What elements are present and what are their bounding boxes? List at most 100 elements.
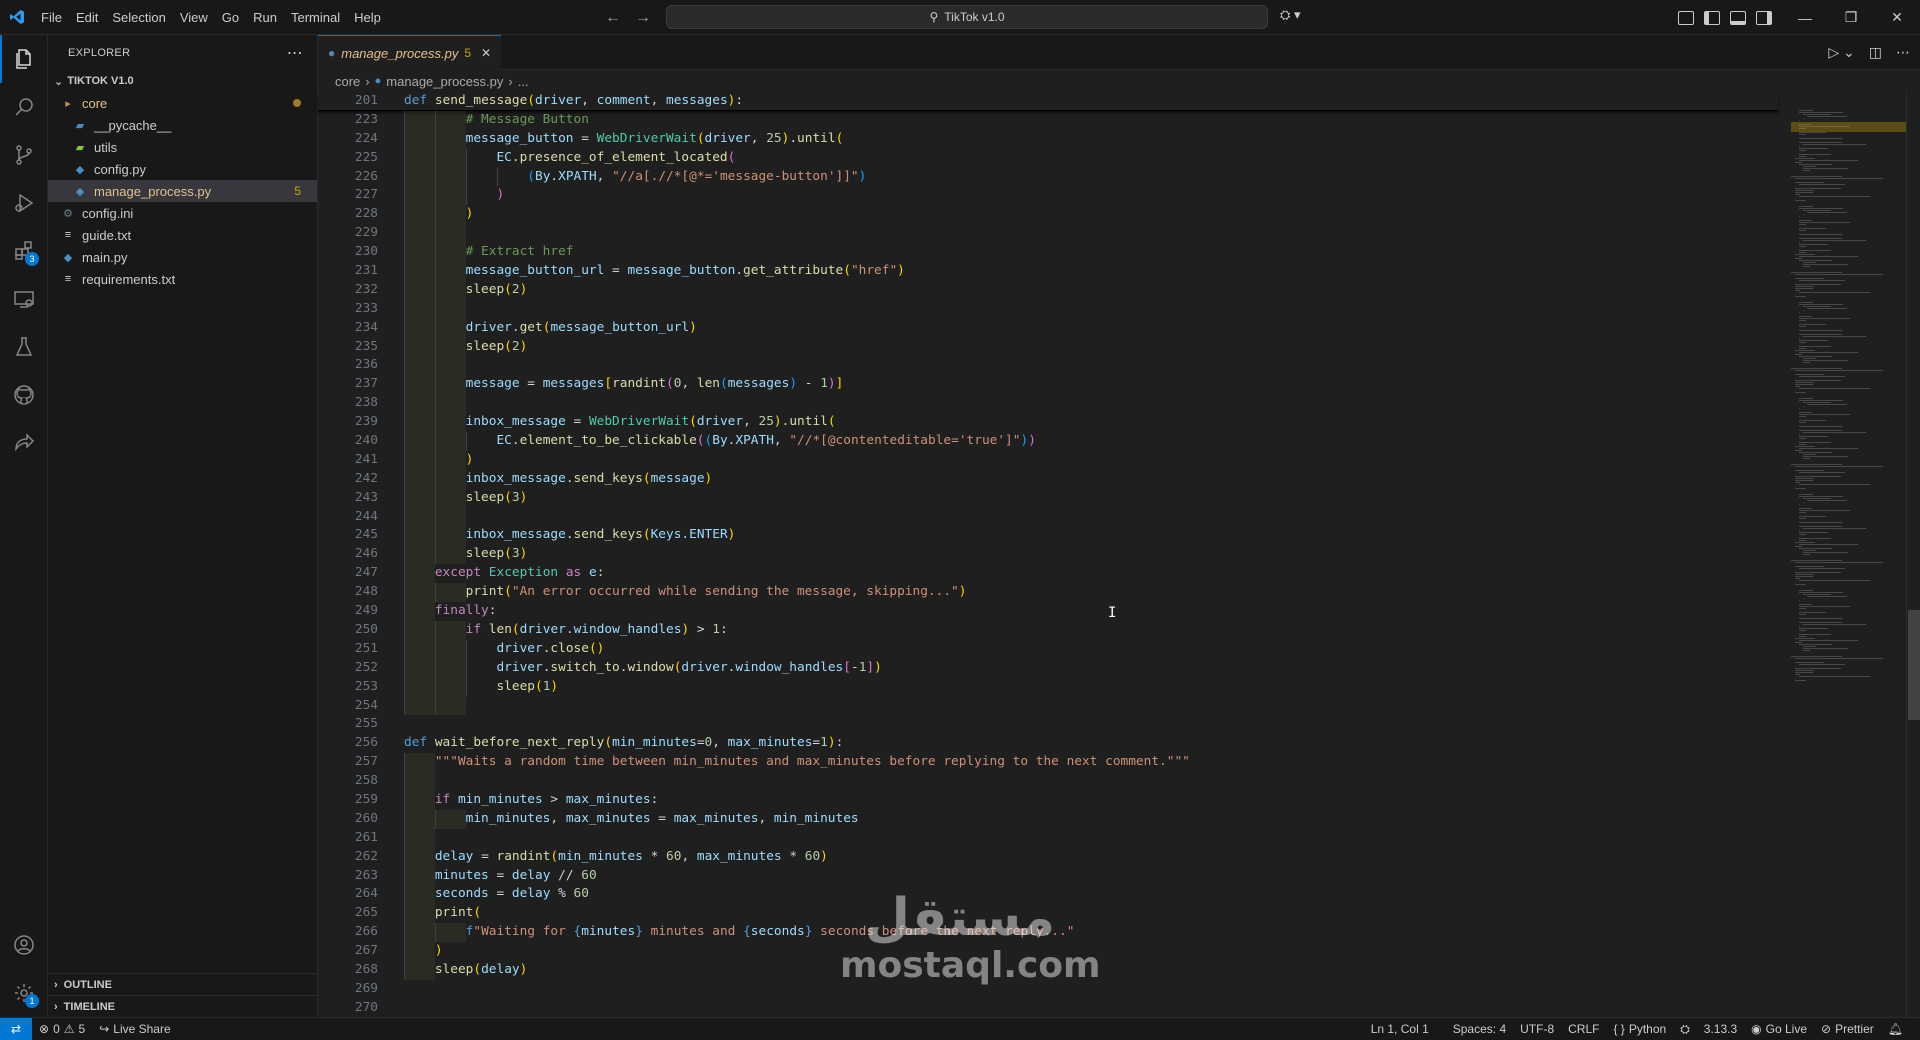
code-line[interactable]: 259 if min_minutes > max_minutes:	[318, 790, 1778, 810]
code-line[interactable]: 252 driver.switch_to.window(driver.windo…	[318, 658, 1778, 678]
language-mode[interactable]: { } Python	[1606, 1022, 1673, 1036]
timeline-section-header[interactable]: › TIMELINE	[48, 995, 317, 1017]
command-center-search[interactable]: ⚲ TikTok v1.0	[666, 5, 1268, 29]
split-editor-icon[interactable]: ◫	[1869, 44, 1882, 61]
menu-terminal[interactable]: Terminal	[284, 0, 347, 35]
customize-layout-icon[interactable]	[1678, 10, 1694, 25]
code-line[interactable]: 254	[318, 696, 1778, 716]
menu-go[interactable]: Go	[215, 0, 246, 35]
end-of-line[interactable]: CRLF	[1561, 1022, 1606, 1036]
github-icon[interactable]	[0, 371, 48, 419]
code-line[interactable]: 225 EC.presence_of_element_located(	[318, 148, 1778, 168]
copilot-icon[interactable]: ⛭ ▾	[1280, 7, 1301, 23]
code-line[interactable]: 240 EC.element_to_be_clickable((By.XPATH…	[318, 432, 1778, 451]
more-actions-icon[interactable]: ⋯	[287, 43, 303, 63]
breadcrumb-file[interactable]: manage_process.py	[386, 74, 503, 89]
notifications-bell-icon[interactable]: 🔔︎	[1881, 1022, 1910, 1036]
minimize-icon[interactable]: —	[1782, 0, 1828, 35]
more-actions-icon[interactable]: ⋯	[1896, 44, 1910, 61]
code-line[interactable]: 257 """Waits a random time between min_m…	[318, 753, 1778, 773]
run-icon[interactable]: ▷ ⌄	[1828, 44, 1854, 61]
code-line[interactable]: 242 inbox_message.send_keys(message)	[318, 469, 1778, 489]
code-line[interactable]: 239 inbox_message = WebDriverWait(driver…	[318, 413, 1778, 433]
code-line[interactable]: 247 except Exception as e:	[318, 564, 1778, 584]
live-share-status[interactable]: ↪ Live Share	[92, 1022, 177, 1036]
code-line[interactable]: 232 sleep(2)	[318, 280, 1778, 300]
editor-scrollbar[interactable]	[1906, 92, 1920, 1017]
scrollbar-thumb[interactable]	[1908, 610, 1920, 720]
code-line[interactable]: 255	[318, 715, 1778, 734]
menu-edit[interactable]: Edit	[69, 0, 105, 35]
tree-item-utils[interactable]: ▰ utils	[48, 136, 317, 158]
menu-help[interactable]: Help	[347, 0, 388, 35]
code-line[interactable]: 244	[318, 507, 1778, 527]
source-control-icon[interactable]	[0, 131, 48, 179]
live-share-icon[interactable]	[0, 419, 48, 467]
code-line[interactable]: 261	[318, 828, 1778, 848]
manage-gear-icon[interactable]: 1	[0, 969, 48, 1017]
code-line[interactable]: 237 message = messages[randint(0, len(me…	[318, 375, 1778, 395]
code-line[interactable]: 248 print("An error occurred while sendi…	[318, 583, 1778, 603]
code-line[interactable]: 235 sleep(2)	[318, 337, 1778, 357]
code-line[interactable]: 224 message_button = WebDriverWait(drive…	[318, 129, 1778, 149]
project-section-header[interactable]: ⌄ TIKTOK V1.0	[48, 70, 317, 92]
testing-icon[interactable]	[0, 323, 48, 371]
minimap[interactable]	[1791, 92, 1911, 1017]
code-line[interactable]: 241 )	[318, 450, 1778, 470]
accounts-icon[interactable]	[0, 921, 48, 969]
code-line[interactable]: 246 sleep(3)	[318, 545, 1778, 565]
search-icon[interactable]	[0, 83, 48, 131]
code-line[interactable]: 233	[318, 299, 1778, 319]
remote-indicator-icon[interactable]: ⇄	[0, 1017, 32, 1040]
code-line[interactable]: 228 )	[318, 205, 1778, 225]
toggle-primary-sidebar-icon[interactable]	[1704, 10, 1720, 25]
indentation[interactable]: Spaces: 4	[1446, 1022, 1513, 1036]
tree-item-core[interactable]: ▸ core	[48, 92, 317, 114]
code-line[interactable]: 223 # Message Button	[318, 110, 1778, 130]
breadcrumb-folder[interactable]: core	[335, 74, 360, 89]
extensions-icon[interactable]: 3	[0, 227, 48, 275]
code-editor[interactable]: 201 def send_message(driver, comment, mes…	[318, 92, 1778, 1017]
close-icon[interactable]: ✕	[481, 46, 491, 60]
code-line[interactable]: 263 minutes = delay // 60	[318, 866, 1778, 886]
python-copilot-icon[interactable]: ⛭	[1673, 1022, 1697, 1037]
menu-selection[interactable]: Selection	[105, 0, 172, 35]
tree-item-config-py[interactable]: ◆ config.py	[48, 158, 317, 180]
explorer-icon[interactable]	[0, 35, 48, 83]
toggle-panel-icon[interactable]	[1730, 10, 1746, 25]
menu-file[interactable]: File	[34, 0, 69, 35]
code-line[interactable]: 236	[318, 356, 1778, 376]
back-arrow-icon[interactable]: ←	[605, 9, 621, 27]
code-line[interactable]: 256 def wait_before_next_reply(min_minute…	[318, 734, 1778, 753]
tab-manage-process[interactable]: ● manage_process.py 5 ✕	[318, 35, 502, 70]
problems-indicator[interactable]: ⊗ 0 ⚠ 5	[32, 1022, 92, 1036]
code-line[interactable]: 249 finally:	[318, 602, 1778, 621]
code-line[interactable]: 260 min_minutes, max_minutes = max_minut…	[318, 809, 1778, 829]
close-icon[interactable]: ✕	[1874, 0, 1920, 35]
code-line[interactable]: 229	[318, 224, 1778, 244]
code-line[interactable]: 234 driver.get(message_button_url)	[318, 318, 1778, 338]
code-line[interactable]: 243 sleep(3)	[318, 488, 1778, 508]
tree-item-main-py[interactable]: ◆ main.py	[48, 246, 317, 268]
code-line[interactable]: 226 (By.XPATH, "//a[.//*[@*='message-but…	[318, 167, 1778, 187]
code-line[interactable]: 245 inbox_message.send_keys(Keys.ENTER)	[318, 526, 1778, 546]
remote-explorer-icon[interactable]	[0, 275, 48, 323]
tree-item-guide-txt[interactable]: ≡ guide.txt	[48, 224, 317, 246]
menu-run[interactable]: Run	[246, 0, 284, 35]
code-line[interactable]: 231 message_button_url = message_button.…	[318, 262, 1778, 281]
code-line[interactable]: 251 driver.close()	[318, 639, 1778, 659]
code-line[interactable]: 253 sleep(1)	[318, 677, 1778, 697]
tree-item-requirements-txt[interactable]: ≡ requirements.txt	[48, 268, 317, 290]
tree-item-pycache[interactable]: ▰ __pycache__	[48, 114, 317, 136]
code-line[interactable]: 227 )	[318, 186, 1778, 206]
tree-item-manage-process-py[interactable]: ◆ manage_process.py 5	[48, 180, 317, 202]
tree-item-config-ini[interactable]: ⚙ config.ini	[48, 202, 317, 224]
sticky-scroll-line[interactable]: 201 def send_message(driver, comment, mes…	[318, 92, 1778, 111]
code-line[interactable]: 250 if len(driver.window_handles) > 1:	[318, 620, 1778, 640]
outline-section-header[interactable]: › OUTLINE	[48, 973, 317, 995]
cursor-position[interactable]: Ln 1, Col 1	[1364, 1022, 1436, 1036]
code-line[interactable]: 270	[318, 999, 1778, 1018]
breadcrumb-symbol[interactable]: ...	[518, 74, 529, 89]
code-line[interactable]: 258	[318, 772, 1778, 791]
restore-icon[interactable]: ❐	[1828, 0, 1874, 35]
